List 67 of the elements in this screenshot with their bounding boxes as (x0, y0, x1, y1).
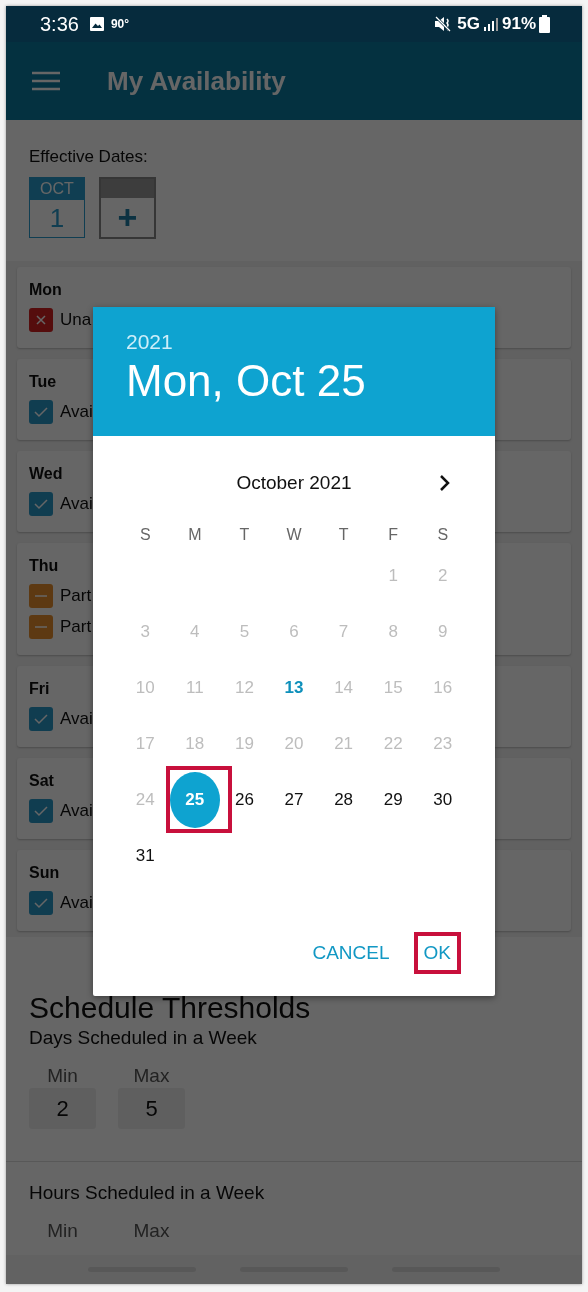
calendar-day[interactable]: 31 (125, 836, 166, 876)
dialog-button[interactable]: OK (417, 934, 457, 972)
date-tile[interactable]: OCT 1 (29, 177, 85, 238)
calendar-day[interactable]: 13 (274, 668, 314, 708)
status-label: Una (60, 310, 92, 330)
selected-year[interactable]: 2021 (126, 329, 462, 355)
calendar-day[interactable]: 30 (422, 780, 463, 820)
day-name: Sat (29, 771, 54, 791)
group-title: Hours Scheduled in a Week (29, 1183, 265, 1203)
weekday-label: M (187, 525, 203, 545)
status-label: Avai (60, 801, 93, 821)
field-label: Min (47, 1066, 78, 1086)
weekday-label: S (436, 525, 450, 545)
selected-date: Mon, Oct 25 (126, 355, 367, 407)
day-name: Mon (29, 280, 62, 300)
partial-icon (29, 615, 53, 639)
tile-month: OCT (30, 178, 84, 200)
status-label: Part (60, 586, 92, 606)
status-label: Avai (60, 893, 93, 913)
calendar-day[interactable]: 25 (170, 772, 220, 828)
partial-icon (29, 584, 53, 608)
weekday-label: T (238, 525, 251, 545)
section-label: Effective Dates: (29, 147, 149, 167)
clock-time: 3:36 (40, 12, 79, 36)
checkbox-checked-icon (29, 400, 53, 424)
section-heading: Schedule Thresholds (29, 992, 311, 1024)
status-label: Part (60, 617, 92, 637)
tile-day: 1 (30, 200, 84, 237)
battery-icon (539, 15, 550, 33)
battery-level: 91% (501, 14, 536, 34)
calendar-day[interactable]: 27 (274, 780, 314, 820)
calendar-day[interactable]: 28 (323, 780, 364, 820)
status-label: Avai (60, 709, 93, 729)
add-date-button[interactable]: + (99, 177, 156, 239)
app-title: My Availability (107, 65, 286, 97)
month-title: October 2021 (236, 472, 352, 494)
weekday-label: W (285, 525, 303, 545)
group-title: Days Scheduled in a Week (29, 1028, 257, 1048)
checkbox-checked-icon (29, 891, 53, 915)
menu-icon[interactable] (32, 71, 60, 91)
network-type: 5G (457, 14, 480, 34)
calendar-day[interactable]: 26 (224, 780, 265, 820)
checkbox-checked-icon (29, 799, 53, 823)
field-label: Min (47, 1221, 78, 1241)
day-name: Fri (29, 679, 50, 699)
checkbox-checked-icon (29, 492, 53, 516)
temperature: 90° (110, 17, 130, 31)
day-name: Tue (29, 372, 57, 392)
field-label: Max (133, 1221, 170, 1241)
chevron-right-icon (439, 474, 451, 492)
number-field[interactable]: 2 (29, 1088, 96, 1129)
signal-icon (482, 16, 499, 32)
weekday-label: F (387, 525, 400, 545)
day-name: Sun (29, 863, 60, 883)
dialog-button[interactable]: CANCEL (306, 934, 396, 972)
status-label: Avai (60, 402, 93, 422)
unavailable-icon (29, 308, 53, 332)
weekday-label: S (138, 525, 152, 545)
day-name: Wed (29, 464, 63, 484)
status-label: Avai (60, 494, 93, 514)
number-field[interactable]: 5 (118, 1088, 185, 1129)
calendar-day[interactable]: 29 (373, 780, 414, 820)
field-label: Max (133, 1066, 170, 1086)
weekday-label: T (337, 525, 350, 545)
day-name: Thu (29, 556, 59, 576)
image-icon (88, 16, 105, 32)
checkbox-checked-icon (29, 707, 53, 731)
